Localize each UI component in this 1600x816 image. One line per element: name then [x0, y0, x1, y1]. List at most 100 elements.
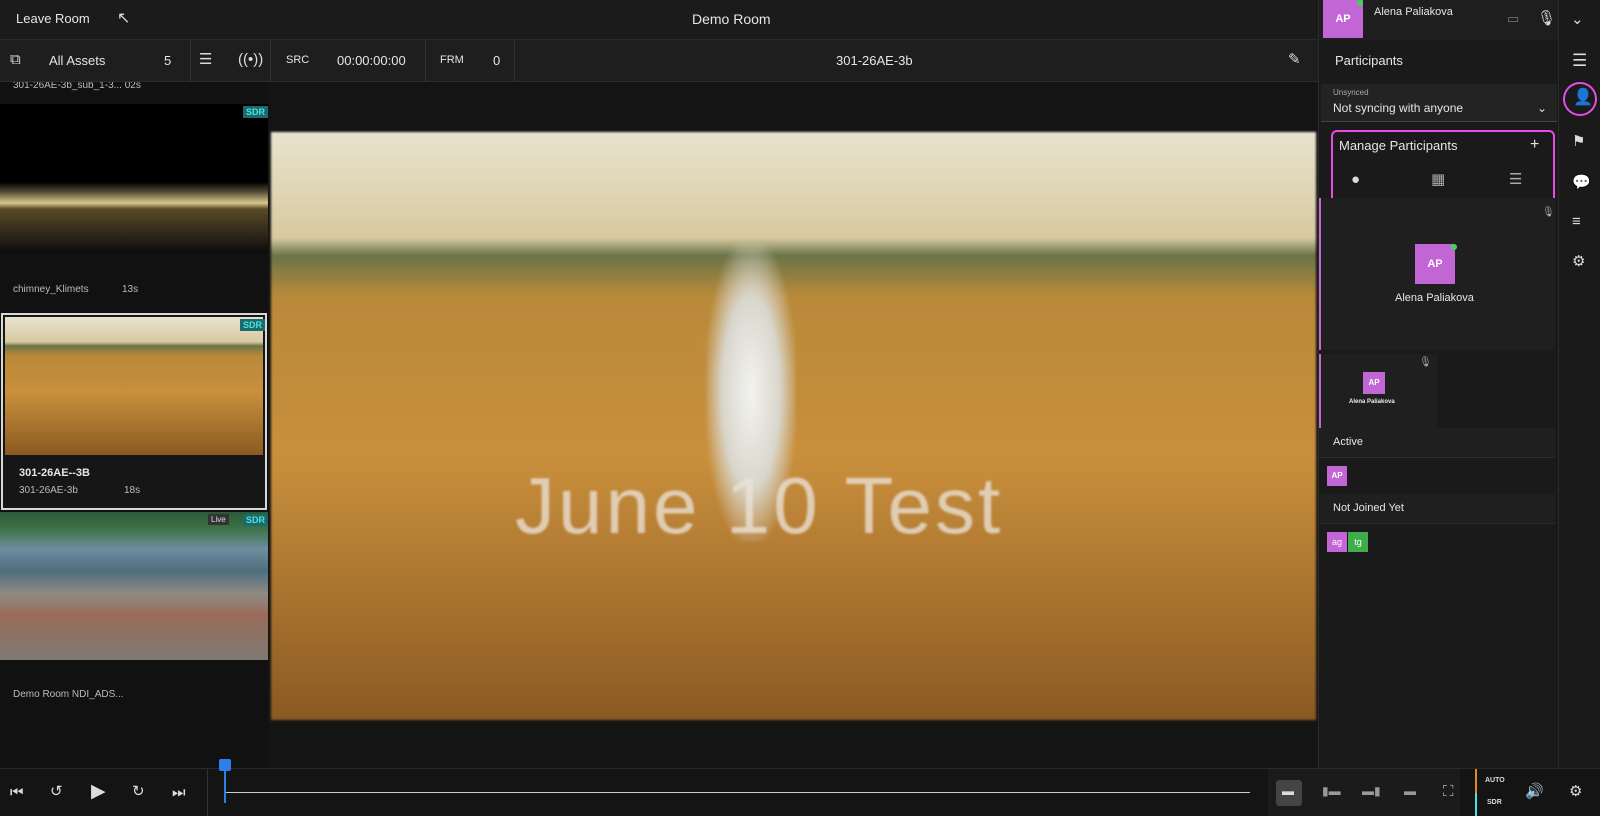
- asset-duration: 13s: [122, 284, 139, 295]
- asset-thumbnail[interactable]: [0, 104, 268, 254]
- volume-icon[interactable]: 🔊: [1525, 784, 1544, 799]
- menu-icon[interactable]: ☰: [1572, 52, 1587, 69]
- sdr-badge: SDR: [243, 106, 268, 118]
- sdr-badge: SDR: [240, 319, 266, 331]
- asset-name: chimney_Klimets: [13, 284, 89, 295]
- microphone-icon: 🎙: [1419, 357, 1432, 368]
- chevron-down-icon[interactable]: ⌄: [1571, 12, 1584, 27]
- rewind-10-icon[interactable]: ↺: [50, 784, 63, 799]
- manage-title: Manage Participants: [1339, 138, 1458, 153]
- fullscreen-icon[interactable]: ⛶: [1443, 784, 1454, 799]
- overlay-text: June 10 Test: [515, 461, 1004, 550]
- list-view-icon[interactable]: ☰: [1509, 172, 1522, 187]
- asset-duration: 18s: [124, 485, 141, 496]
- user-avatar[interactable]: AP: [1323, 0, 1363, 38]
- leave-room-button[interactable]: Leave Room: [16, 11, 90, 26]
- grid-view-icon[interactable]: ▦: [1431, 172, 1445, 187]
- pencil-icon[interactable]: ✎: [1288, 52, 1301, 67]
- timeline-track[interactable]: [224, 792, 1250, 793]
- chevron-down-icon: ⌄: [1537, 101, 1548, 115]
- top-bar: Leave Room ↖ Demo Room: [0, 0, 1318, 40]
- pending-avatar[interactable]: tg: [1348, 532, 1368, 552]
- active-label: Active: [1333, 436, 1363, 448]
- frame-number[interactable]: 0: [493, 53, 500, 68]
- add-participant-button[interactable]: +: [1530, 136, 1539, 154]
- room-title: Demo Room: [692, 11, 771, 27]
- settings-gear-icon[interactable]: ⚙: [1569, 784, 1582, 799]
- split-left-icon[interactable]: ▮▬: [1322, 785, 1341, 797]
- person-icon: 👤: [1573, 89, 1593, 106]
- participant-name: Alena Paliakova: [1349, 399, 1395, 405]
- not-joined-label: Not Joined Yet: [1333, 502, 1404, 514]
- asset-card[interactable]: SDR chimney_Klimets 13s: [0, 104, 268, 312]
- online-dot: [1357, 0, 1363, 6]
- divider: [207, 769, 208, 816]
- forward-10-icon[interactable]: ↻: [132, 784, 145, 799]
- split-right-icon[interactable]: ▬▮: [1362, 785, 1381, 797]
- live-badge: Live: [208, 514, 229, 525]
- camera-off-icon[interactable]: ▭: [1507, 12, 1519, 25]
- broadcast-icon[interactable]: ((•)): [238, 52, 263, 67]
- person-view-icon[interactable]: ●: [1351, 172, 1360, 187]
- list-indent-icon[interactable]: ☰: [199, 52, 212, 67]
- participant-name: Alena Paliakova: [1395, 292, 1474, 304]
- playhead-handle[interactable]: [219, 759, 231, 771]
- annotation-icon[interactable]: ⚑: [1572, 134, 1585, 149]
- divider: [425, 40, 426, 82]
- online-dot: [1451, 244, 1457, 250]
- asset-thumbnail[interactable]: [0, 512, 268, 660]
- asset-name: Demo Room NDI_ADS...: [13, 689, 124, 700]
- active-header: Active: [1319, 428, 1555, 458]
- playlist-icon[interactable]: ≡: [1572, 214, 1581, 229]
- sliders-icon[interactable]: ⚙: [1572, 254, 1585, 269]
- asset-card-selected[interactable]: SDR 301-26AE--3B 301-26AE-3b 18s: [1, 313, 267, 510]
- wide-view-icon[interactable]: ▬: [1404, 785, 1416, 797]
- skip-end-icon[interactable]: ⏭: [172, 785, 186, 800]
- divider: [514, 40, 515, 82]
- timecode[interactable]: 00:00:00:00: [337, 53, 406, 68]
- participant-avatar: AP: [1363, 372, 1385, 394]
- sync-dropdown[interactable]: Unsynced Not syncing with anyone ⌄: [1321, 84, 1557, 122]
- panel-title: Participants: [1335, 53, 1403, 68]
- play-icon[interactable]: ▶: [91, 782, 106, 801]
- src-label: SRC: [286, 54, 310, 66]
- skip-start-icon[interactable]: ⏮: [10, 785, 24, 800]
- asset-name: 301-26AE-3b_sub_1-3... 02s: [13, 82, 141, 91]
- video-frame[interactable]: June 10 Test: [271, 132, 1316, 720]
- active-avatar[interactable]: AP: [1327, 466, 1347, 486]
- asset-title: 301-26AE--3B: [19, 467, 90, 479]
- microphone-icon[interactable]: 🎙: [1537, 11, 1556, 26]
- auto-indicator: [1475, 769, 1477, 793]
- chat-icon[interactable]: 💬: [1572, 175, 1591, 190]
- sdr-label[interactable]: SDR: [1487, 799, 1502, 806]
- participants-panel: AP Alena Paliakova ▭ 🎙 Participants Unsy…: [1318, 0, 1559, 768]
- auto-label[interactable]: AUTO: [1485, 777, 1505, 784]
- participants-tab[interactable]: 👤: [1563, 82, 1597, 116]
- divider: [190, 40, 191, 82]
- sdr-badge: SDR: [243, 514, 268, 526]
- single-view-button[interactable]: ▬: [1276, 780, 1302, 806]
- video-viewer[interactable]: June 10 Test: [270, 82, 1316, 768]
- pending-avatar[interactable]: ag: [1327, 532, 1347, 552]
- asset-thumbnail[interactable]: [5, 317, 263, 455]
- asset-card[interactable]: Live SDR Demo Room NDI_ADS...: [0, 512, 268, 712]
- assets-count: 5: [164, 53, 172, 68]
- sdr-indicator: [1475, 793, 1477, 816]
- not-joined-header: Not Joined Yet: [1319, 494, 1555, 524]
- single-view-icon: ▬: [1282, 784, 1294, 798]
- right-rail: ⌄ ☰ 👤 ⚑ 💬 ≡ ⚙: [1558, 0, 1600, 768]
- divider: [270, 40, 271, 82]
- exit-arrow-icon[interactable]: ↖: [117, 11, 130, 27]
- clip-title: 301-26AE-3b: [836, 53, 913, 68]
- toolbar: ⧉ All Assets 5 ☰ ((•)) SRC 00:00:00:00 F…: [0, 40, 1318, 82]
- playback-bar: ⏮ ↺ ▶ ↻ ⏭ ▬ ▮▬ ▬▮ ▬ ⛶ AUTO SDR 🔊 ⚙: [0, 759, 1600, 816]
- sync-status: Unsynced: [1333, 88, 1369, 97]
- asset-name: 301-26AE-3b: [19, 485, 78, 496]
- asset-list[interactable]: 301-26AE-3b_sub_1-3... 02s SDR chimney_K…: [0, 82, 268, 768]
- frm-label: FRM: [440, 54, 464, 66]
- timeline-playhead[interactable]: [219, 759, 231, 803]
- sync-value: Not syncing with anyone: [1333, 101, 1464, 115]
- all-assets-label[interactable]: All Assets: [49, 53, 105, 68]
- assets-icon[interactable]: ⧉: [10, 52, 21, 67]
- main-participant-tile[interactable]: 🎙 AP Alena Paliakova: [1319, 198, 1555, 350]
